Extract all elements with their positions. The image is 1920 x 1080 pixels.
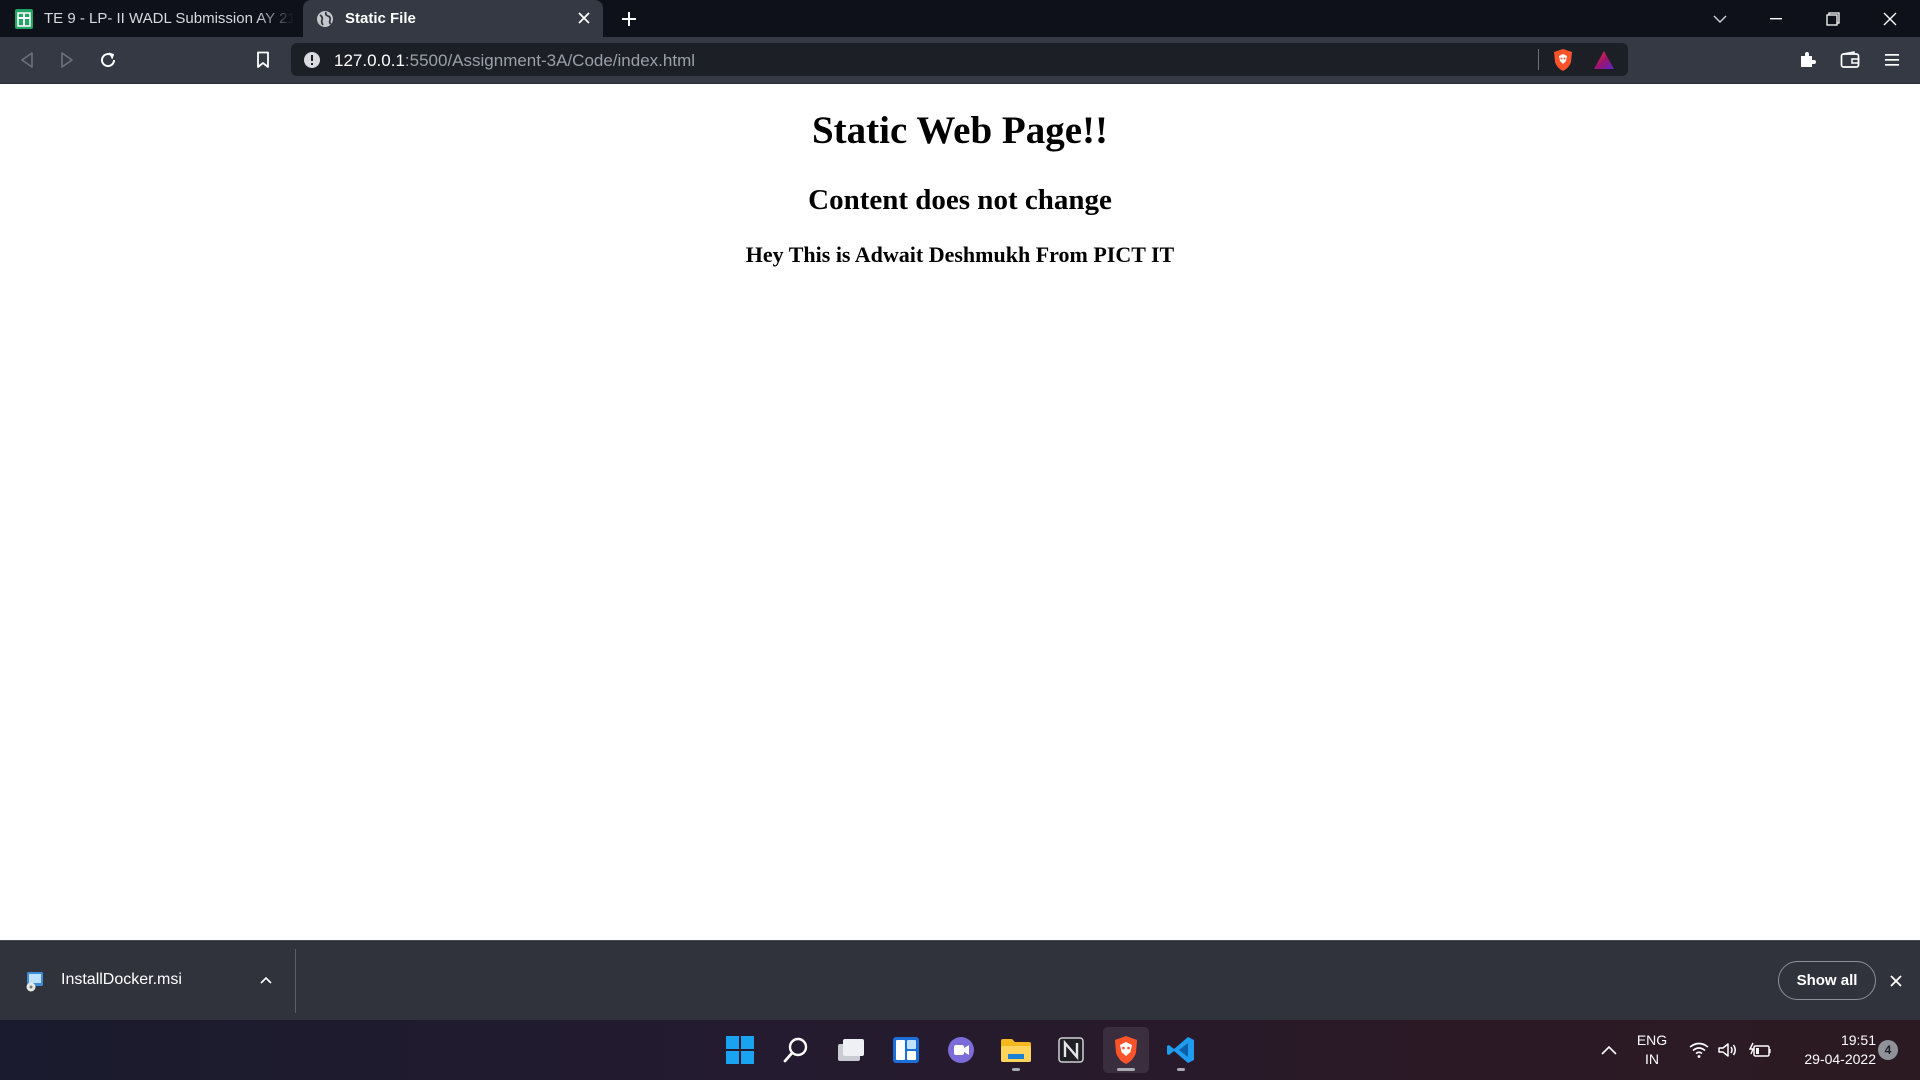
download-item[interactable]: InstallDocker.msi xyxy=(0,941,296,1020)
widgets-icon[interactable] xyxy=(883,1027,929,1073)
address-bar-divider xyxy=(1538,49,1539,70)
windows-taskbar: ENG IN 19:51 29-04-2022 4 xyxy=(0,1020,1920,1080)
language-code: ENG xyxy=(1636,1032,1668,1048)
clock-time: 19:51 xyxy=(1840,1032,1876,1048)
clock-date: 29-04-2022 xyxy=(1804,1051,1876,1067)
teams-chat-icon[interactable] xyxy=(938,1027,984,1073)
region-code: IN xyxy=(1645,1051,1659,1067)
download-file-name: InstallDocker.msi xyxy=(61,971,182,988)
address-bar[interactable]: 127.0.0.1:5500/Assignment-3A/Code/index.… xyxy=(291,43,1628,76)
info-icon[interactable] xyxy=(303,51,321,69)
running-indicator xyxy=(1012,1068,1020,1071)
start-icon[interactable] xyxy=(717,1027,763,1073)
brave-browser-icon[interactable] xyxy=(1103,1027,1149,1073)
web-page: Static Web Page!! Content does not chang… xyxy=(0,84,1920,940)
clock[interactable]: 19:51 29-04-2022 xyxy=(1780,1020,1876,1080)
menu-icon[interactable] xyxy=(1879,47,1905,73)
tab-static-file[interactable]: Static File xyxy=(303,0,603,37)
notion-icon[interactable] xyxy=(1048,1027,1094,1073)
google-sheets-icon xyxy=(14,8,34,29)
running-indicator xyxy=(1177,1068,1185,1071)
msi-installer-icon xyxy=(24,970,46,992)
file-explorer-icon[interactable] xyxy=(993,1027,1039,1073)
notifications-button[interactable]: 4 xyxy=(1876,1020,1900,1080)
tab-strip: TE 9 - LP- II WADL Submission AY 21-22 S… xyxy=(0,0,1920,37)
bookmark-icon[interactable] xyxy=(250,47,276,73)
wifi-icon[interactable] xyxy=(1687,1020,1711,1080)
url-path: :5500/Assignment-3A/Code/index.html xyxy=(404,51,696,70)
tab-sheets[interactable]: TE 9 - LP- II WADL Submission AY 21-22 xyxy=(0,0,302,37)
url-host: 127.0.0.1 xyxy=(334,51,405,70)
close-window-icon[interactable] xyxy=(1866,0,1914,37)
forward-icon[interactable] xyxy=(54,47,80,73)
close-tab-icon[interactable] xyxy=(575,9,593,27)
page-author-line: Hey This is Adwait Deshmukh From PICT IT xyxy=(745,242,1175,267)
minimize-icon[interactable] xyxy=(1752,0,1800,37)
chevron-up-icon[interactable] xyxy=(256,970,276,990)
brave-rewards-icon[interactable] xyxy=(1593,49,1615,71)
task-view-icon[interactable] xyxy=(828,1027,874,1073)
page-subheading: Content does not change xyxy=(808,184,1112,216)
vscode-icon[interactable] xyxy=(1158,1027,1204,1073)
restore-icon[interactable] xyxy=(1809,0,1857,37)
tab-search-chevron-icon[interactable] xyxy=(1696,0,1744,37)
search-icon[interactable] xyxy=(773,1027,819,1073)
page-heading: Static Web Page!! xyxy=(811,109,1109,152)
globe-icon xyxy=(315,9,335,29)
battery-charging-icon[interactable] xyxy=(1747,1020,1773,1080)
close-download-bar-icon[interactable] xyxy=(1886,971,1906,991)
extensions-icon[interactable] xyxy=(1794,47,1820,73)
browser-toolbar: 127.0.0.1:5500/Assignment-3A/Code/index.… xyxy=(0,37,1920,84)
wallet-icon[interactable] xyxy=(1837,47,1863,73)
tab-title: Static File xyxy=(345,10,416,27)
url-text[interactable]: 127.0.0.1:5500/Assignment-3A/Code/index.… xyxy=(334,51,695,71)
download-bar: InstallDocker.msi Show all xyxy=(0,940,1920,1020)
tray-overflow-chevron-icon[interactable] xyxy=(1597,1020,1621,1080)
volume-icon[interactable] xyxy=(1716,1020,1740,1080)
running-indicator xyxy=(1117,1068,1135,1071)
notification-count-badge: 4 xyxy=(1878,1040,1898,1060)
download-divider xyxy=(295,949,296,1013)
show-all-button[interactable]: Show all xyxy=(1778,961,1876,1000)
brave-shields-icon[interactable] xyxy=(1552,48,1574,72)
input-language-indicator[interactable]: ENG IN xyxy=(1627,1020,1677,1080)
reload-icon[interactable] xyxy=(95,47,121,73)
new-tab-icon[interactable] xyxy=(616,6,642,32)
tab-title: TE 9 - LP- II WADL Submission AY 21-22 xyxy=(44,10,294,27)
back-icon[interactable] xyxy=(14,47,40,73)
